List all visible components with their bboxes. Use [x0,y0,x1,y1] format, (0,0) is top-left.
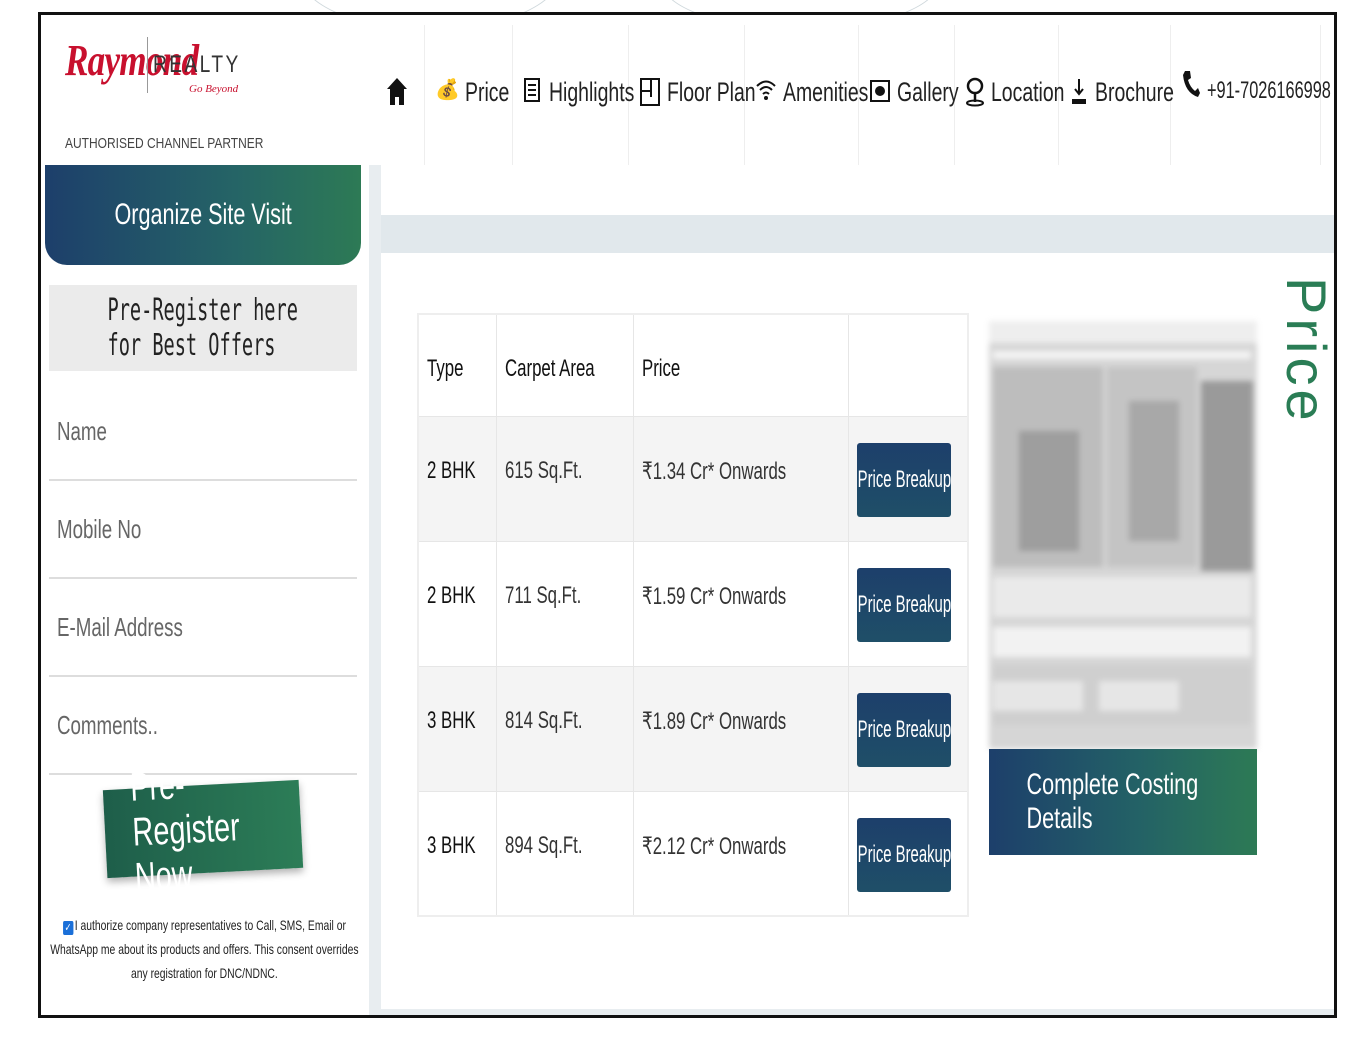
email-placeholder: E-Mail Address [57,611,183,642]
action-cell: Price Breakup [848,665,969,792]
nav-price[interactable]: 💰 Price [425,25,513,165]
price-breakup-button[interactable]: Price Breakup [857,692,952,767]
column-header-price: Price [633,313,850,417]
pre-register-label: Pre-Register Now [129,762,241,900]
location-icon [965,77,985,114]
nav-phone[interactable]: +91-7026166998 [1171,25,1331,165]
action-cell: Price Breakup [848,540,969,667]
organize-site-visit-label: Organize Site Visit [114,198,292,231]
logo-realty: REALTY [153,51,241,78]
nav-location-label: Location [991,77,1065,107]
home-icon [385,77,409,114]
comments-field[interactable]: Comments.. [49,677,357,775]
section-bottom-band [381,1009,1334,1015]
phone-number: +91-7026166998 [1207,77,1331,104]
enquiry-sidebar: Organize Site Visit Pre-Register here fo… [41,165,369,1015]
table-row: 3 BHK 814 Sq.Ft. ₹1.89 Cr* Onwards Price… [417,665,969,792]
price-icon: 💰 [435,79,460,101]
table-row: 2 BHK 615 Sq.Ft. ₹1.34 Cr* Onwards Price… [417,415,969,542]
unit-type: 2 BHK [417,540,498,667]
name-field[interactable]: Name [49,383,357,481]
complete-costing-button[interactable]: Complete Costing Details [989,749,1257,855]
nav-location[interactable]: Location [955,25,1065,165]
unit-type: 2 BHK [417,415,498,542]
carpet-area: 615 Sq.Ft. [496,415,635,542]
nav-amenities[interactable]: Amenities [745,25,868,165]
column-header-area: Carpet Area [496,313,635,417]
nav-home[interactable] [379,25,425,165]
unit-price: ₹2.12 Cr* Onwards [633,790,850,917]
consent-block: ✓ I authorize company representatives to … [49,913,361,985]
page-frame: Raymond REALTY Go Beyond AUTHORISED CHAN… [38,12,1337,1018]
download-icon [1069,77,1089,118]
nav-floor-plan[interactable]: Floor Plan [629,25,756,165]
complete-costing-label: Complete Costing Details [1026,768,1199,835]
email-field[interactable]: E-Mail Address [49,579,357,677]
sidebar-divider [369,165,381,1015]
carpet-area: 814 Sq.Ft. [496,665,635,792]
comments-placeholder: Comments.. [57,709,158,740]
pre-register-button[interactable]: Pre-Register Now [102,762,304,899]
price-breakup-button[interactable]: Price Breakup [857,817,952,892]
price-breakup-button[interactable]: Price Breakup [857,567,952,642]
site-header: Raymond REALTY Go Beyond AUTHORISED CHAN… [41,15,1334,165]
consent-checkbox[interactable]: ✓ [62,921,74,935]
nav-gallery-label: Gallery [897,77,959,107]
phone-icon [1181,69,1201,106]
action-cell: Price Breakup [848,415,969,542]
main-nav: 💰 Price Highlights Floor Plan Amenities … [379,25,1331,165]
mobile-field[interactable]: Mobile No [49,481,357,579]
costing-sheet-preview[interactable] [989,321,1257,749]
nav-amenities-label: Amenities [783,77,869,107]
highlights-icon [523,77,543,112]
brand-logo[interactable]: Raymond REALTY Go Beyond AUTHORISED CHAN… [61,29,391,159]
logo-tagline: Go Beyond [189,83,239,95]
nav-brochure-label: Brochure [1095,77,1174,107]
nav-highlights-label: Highlights [549,77,635,107]
table-row: 2 BHK 711 Sq.Ft. ₹1.59 Cr* Onwards Price… [417,540,969,667]
amenities-icon [755,77,777,110]
carpet-area: 711 Sq.Ft. [496,540,635,667]
column-header-type: Type [417,313,498,417]
unit-type: 3 BHK [417,790,498,917]
unit-type: 3 BHK [417,665,498,792]
nav-highlights[interactable]: Highlights [513,25,634,165]
section-title-price: Price [1275,277,1337,425]
form-title-text: Pre-Register here for Best Offers [107,293,298,363]
unit-price: ₹1.89 Cr* Onwards [633,665,850,792]
column-header-action [848,313,969,417]
price-table-header: Type Carpet Area Price [417,313,969,417]
unit-price: ₹1.34 Cr* Onwards [633,415,850,542]
price-breakup-button[interactable]: Price Breakup [857,442,952,517]
gallery-icon [869,77,891,112]
price-table: Type Carpet Area Price 2 BHK 615 Sq.Ft. … [417,313,969,917]
organize-site-visit-button[interactable]: Organize Site Visit [45,165,361,265]
table-row: 3 BHK 894 Sq.Ft. ₹2.12 Cr* Onwards Price… [417,790,969,917]
section-band [381,215,1334,253]
name-placeholder: Name [57,415,107,446]
nav-floor-plan-label: Floor Plan [667,77,756,107]
action-cell: Price Breakup [848,790,969,917]
unit-price: ₹1.59 Cr* Onwards [633,540,850,667]
form-title: Pre-Register here for Best Offers [49,285,357,371]
nav-gallery[interactable]: Gallery [859,25,959,165]
partner-label: AUTHORISED CHANNEL PARTNER [65,135,264,152]
carpet-area: 894 Sq.Ft. [496,790,635,917]
nav-price-label: Price [465,77,510,107]
mobile-placeholder: Mobile No [57,513,142,544]
consent-text: I authorize company representatives to C… [50,917,359,981]
logo-divider [147,37,148,93]
floor-plan-icon [639,77,661,114]
nav-brochure[interactable]: Brochure [1059,25,1174,165]
